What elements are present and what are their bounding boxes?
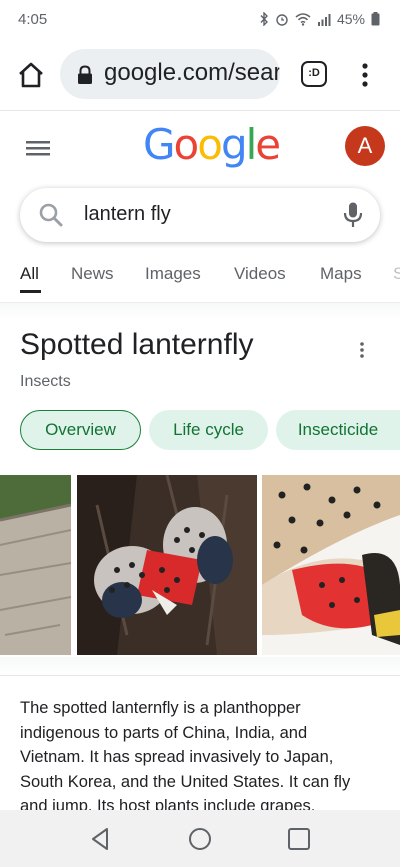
description-text: The spotted lanternfly is a planthopper …: [20, 699, 351, 811]
search-icon[interactable]: [38, 202, 64, 228]
status-time: 4:05: [18, 11, 48, 28]
back-icon[interactable]: [88, 826, 114, 852]
battery-percent: 45%: [336, 11, 365, 27]
logo-letter: e: [255, 120, 281, 169]
chip-overview[interactable]: Overview: [20, 410, 141, 450]
battery-icon: [371, 12, 380, 26]
lock-icon: [78, 65, 92, 84]
logo-letter: G: [143, 120, 176, 169]
status-icons: 45%: [259, 11, 380, 27]
knowledge-panel-subtitle: Insects: [20, 373, 71, 390]
account-avatar[interactable]: A: [345, 126, 385, 166]
browser-toolbar: google.com/sear :D: [0, 40, 400, 111]
tab-overflow[interactable]: S: [393, 264, 400, 284]
signal-icon: [317, 13, 331, 26]
lanternfly-photo-2[interactable]: [77, 475, 257, 655]
home-nav-icon[interactable]: [187, 826, 213, 852]
knowledge-panel-title: Spotted lanternfly: [20, 328, 254, 361]
logo-letter: o: [173, 120, 200, 169]
chip-life-cycle[interactable]: Life cycle: [149, 410, 268, 450]
system-nav-bar: [0, 810, 400, 867]
image-gallery: [0, 475, 400, 655]
more-vert-icon[interactable]: [355, 60, 375, 90]
google-logo[interactable]: Google: [143, 120, 281, 169]
search-tabs: All News Images Videos Maps S: [0, 252, 400, 303]
active-tab-indicator: [20, 290, 41, 293]
search-box[interactable]: lantern fly: [20, 188, 380, 242]
tab-switcher-button[interactable]: :D: [301, 61, 327, 87]
logo-letter: g: [220, 120, 248, 169]
tab-videos[interactable]: Videos: [234, 264, 286, 284]
divider: [0, 302, 400, 320]
microphone-icon[interactable]: [342, 201, 364, 229]
tab-all[interactable]: All: [20, 264, 39, 284]
home-icon[interactable]: [14, 58, 48, 92]
address-bar[interactable]: google.com/sear: [60, 49, 280, 99]
divider: [0, 657, 400, 675]
wifi-icon: [295, 12, 311, 26]
tab-maps[interactable]: Maps: [320, 264, 362, 284]
description-card: The spotted lanternfly is a planthopper …: [0, 675, 400, 811]
recents-icon[interactable]: [286, 826, 312, 852]
chip-insecticide[interactable]: Insecticide: [276, 410, 400, 450]
url-text: google.com/sear: [104, 59, 280, 86]
status-bar: 4:05 45%: [0, 0, 400, 40]
lanternfly-photo-3[interactable]: [262, 475, 400, 655]
logo-letter: o: [197, 120, 223, 169]
logo-letter: l: [245, 120, 258, 169]
tab-news[interactable]: News: [71, 264, 114, 284]
more-vert-icon[interactable]: [352, 340, 372, 360]
tab-images[interactable]: Images: [145, 264, 201, 284]
hamburger-menu-icon[interactable]: [26, 138, 50, 158]
alarm-icon: [276, 14, 288, 26]
search-input[interactable]: lantern fly: [84, 203, 171, 226]
lanternfly-photo-1[interactable]: [0, 475, 71, 655]
bluetooth-icon: [260, 12, 268, 26]
google-header: Google A: [0, 110, 400, 185]
